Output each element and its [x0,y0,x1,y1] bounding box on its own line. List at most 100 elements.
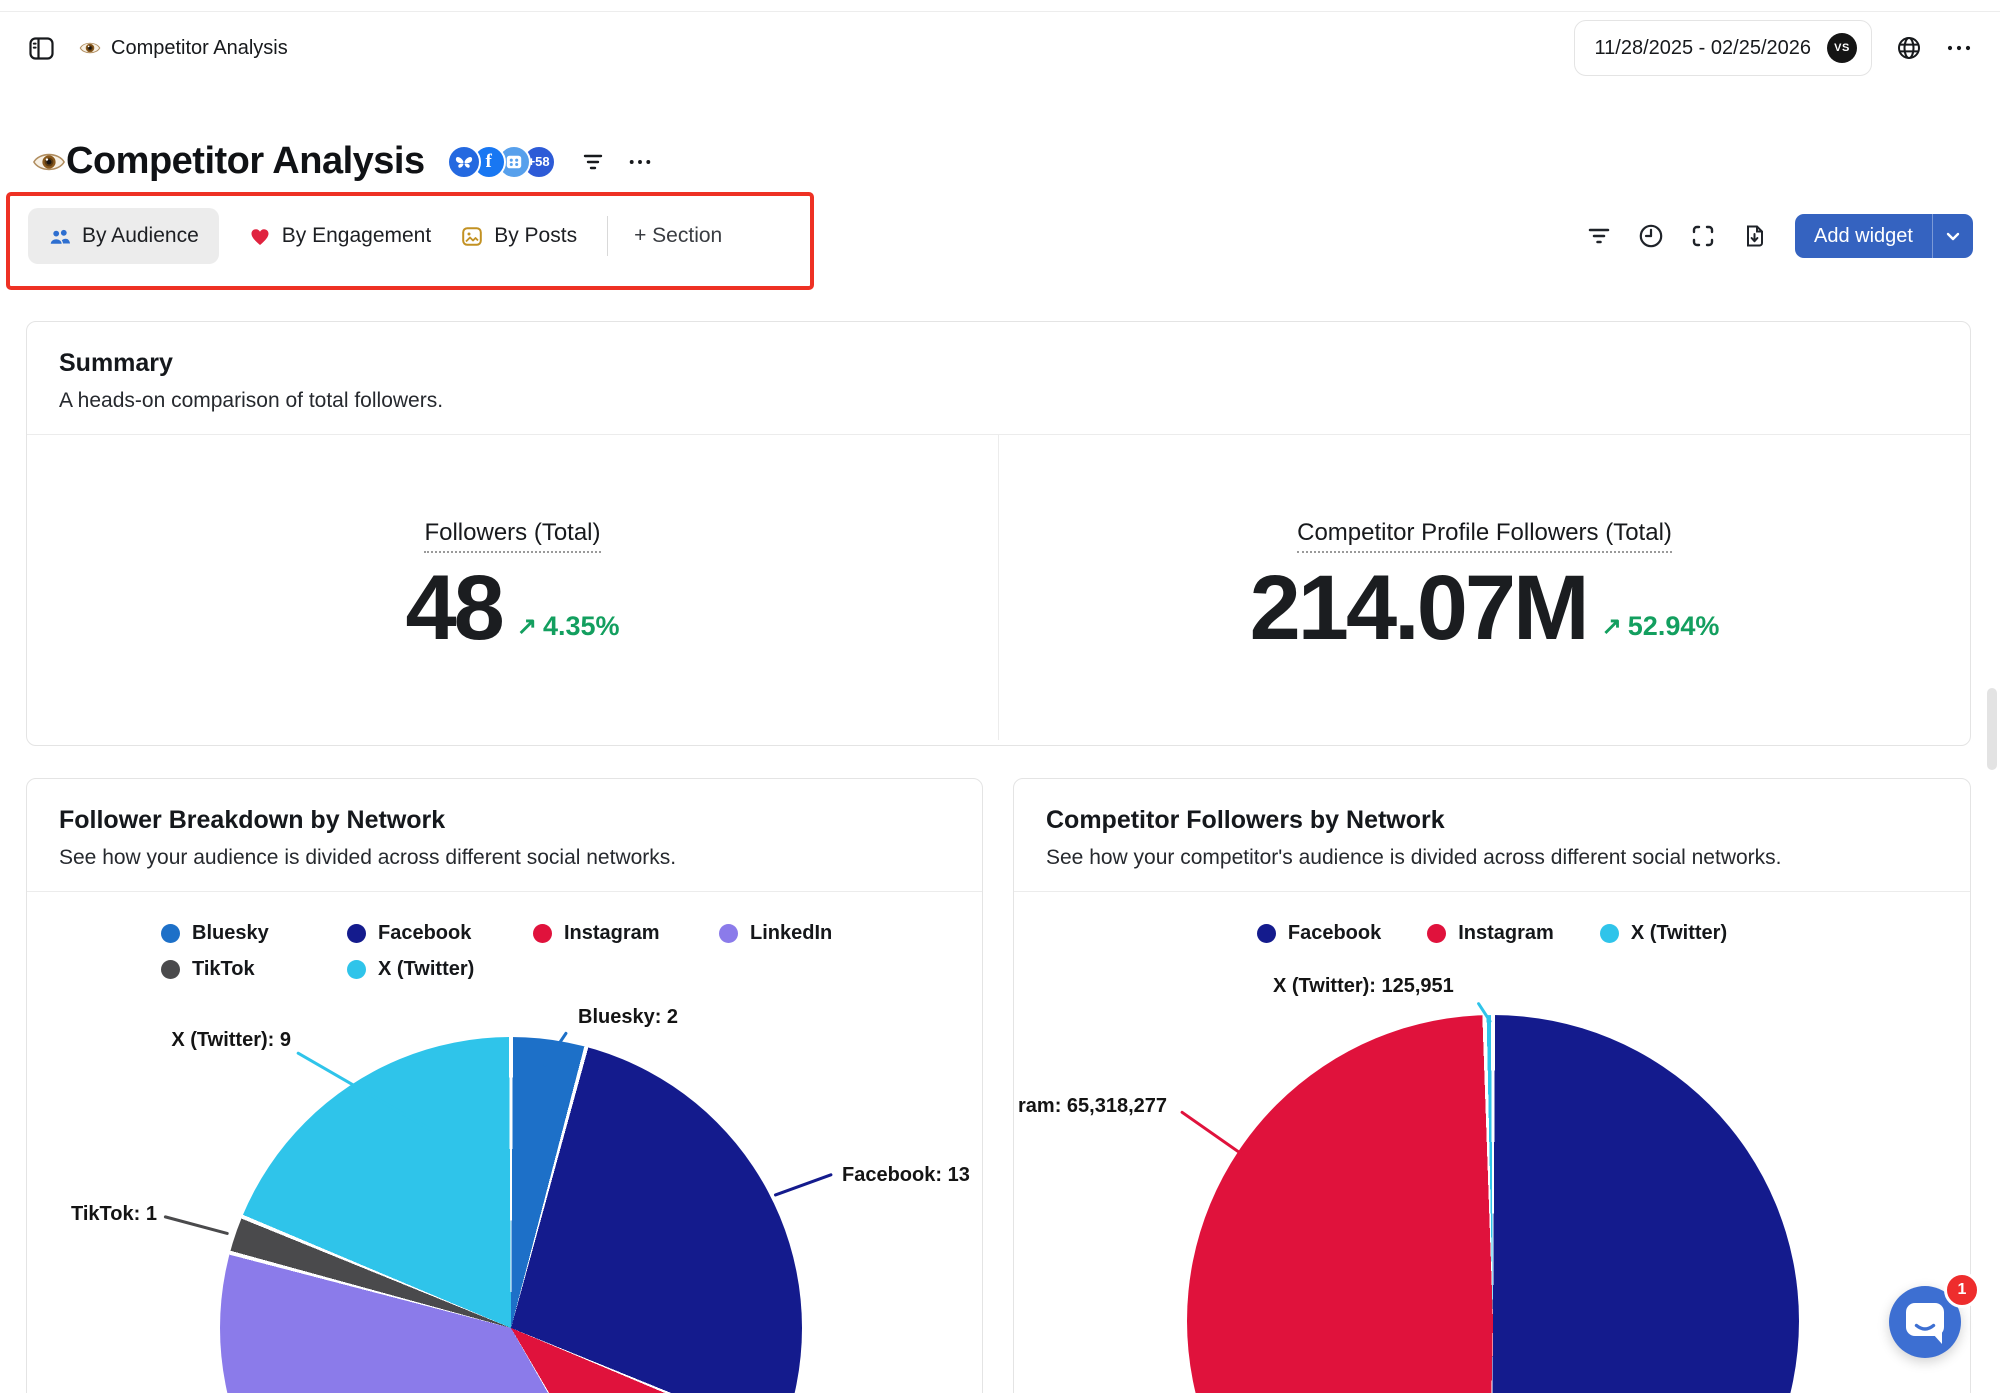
globe-icon [1896,35,1922,61]
divider [27,891,982,892]
legend-label: TikTok [192,958,255,981]
trend-up-icon: ↗ [1602,615,1622,639]
chart-legend: Bluesky Facebook Instagram LinkedIn TikTok X … [161,922,982,981]
pie-callout: X (Twitter): 125,951 [1273,975,1454,998]
page-header: Competitor Analysis f +58 [32,140,652,183]
sidebar-toggle-button[interactable] [28,35,55,62]
trend-up-icon: ↗ [517,615,537,639]
metric-value: 48 [405,565,501,652]
legend-dot [161,924,180,943]
filter-lines-icon [582,153,604,171]
scrollbar-thumb[interactable] [1987,688,1997,770]
ellipsis-icon [1946,44,1972,52]
clock-icon [1638,223,1664,249]
legend-item-tiktok[interactable]: TikTok [161,958,347,981]
legend-dot [347,924,366,943]
legend-item-instagram[interactable]: Instagram [1427,922,1554,945]
add-section-button[interactable]: + Section [634,224,722,248]
add-widget-dropdown-button[interactable] [1933,214,1973,258]
widget-title: Follower Breakdown by Network [59,806,950,835]
sidebar-toggle-icon [28,35,55,62]
pie-chart-competitor-followers[interactable] [1187,1015,1799,1393]
legend-item-facebook[interactable]: Facebook [1257,922,1381,945]
connected-profiles: f +58 [447,145,556,179]
header-more-menu-button[interactable] [628,158,652,166]
widget-subtitle: See how your competitor's audience is di… [1046,846,1938,870]
add-widget-button[interactable]: Add widget [1795,214,1973,258]
legend-item-x-twitter[interactable]: X (Twitter) [1600,922,1727,945]
chat-notification-badge: 1 [1944,1272,1980,1308]
legend-label: Instagram [1458,922,1554,945]
time-history-button[interactable] [1638,223,1664,249]
widget-title: Competitor Followers by Network [1046,806,1938,835]
heart-icon [249,226,271,247]
widget-subtitle: A heads-on comparison of total followers… [59,389,1938,413]
tab-label: By Engagement [282,224,431,248]
tab-by-audience[interactable]: By Audience [28,208,219,264]
fullscreen-button[interactable] [1691,224,1715,248]
tab-by-posts[interactable]: By Posts [461,224,577,248]
legend-item-instagram[interactable]: Instagram [533,922,719,945]
topbar: Competitor Analysis 11/28/2025 - 02/25/2… [0,12,2000,84]
dashboard-toolbar: Add widget [1587,208,1973,264]
bluesky-butterfly-icon [454,153,474,171]
export-pdf-button[interactable] [1742,223,1768,249]
widget-header: Follower Breakdown by Network See how yo… [27,779,982,891]
legend-item-facebook[interactable]: Facebook [347,922,533,945]
pie-callout: X (Twitter): 9 [87,1029,291,1052]
bluesky-avatar[interactable] [447,145,481,179]
summary-metrics: Followers (Total) 48 ↗ 4.35% Competitor … [27,435,1970,740]
divider [1014,891,1970,892]
vs-compare-badge[interactable]: VS [1827,33,1857,63]
widget-header: Competitor Followers by Network See how … [1014,779,1970,891]
header-filter-button[interactable] [582,153,604,171]
legend-item-x-twitter[interactable]: X (Twitter) [347,958,533,981]
metric-label[interactable]: Competitor Profile Followers (Total) [1297,519,1672,553]
chevron-down-icon [1946,232,1960,241]
tab-label: By Audience [82,224,199,248]
legend-dot [533,924,552,943]
topbar-more-menu-button[interactable] [1946,44,1972,52]
metric-value: 214.07M [1250,565,1587,652]
legend-label: Facebook [1288,922,1381,945]
legend-label: Facebook [378,922,471,945]
topbar-right: 11/28/2025 - 02/25/2026 VS [1574,20,1972,76]
metric-value-row: 48 ↗ 4.35% [405,565,619,652]
page-title: Competitor Analysis [66,140,425,183]
date-range-button[interactable]: 11/28/2025 - 02/25/2026 VS [1574,20,1872,76]
metric-followers-total: Followers (Total) 48 ↗ 4.35% [27,435,998,740]
legend-label: Bluesky [192,922,269,945]
pie-chart-followers-by-network[interactable] [220,1037,802,1393]
topbar-title: Competitor Analysis [111,37,288,60]
app-window: Competitor Analysis 11/28/2025 - 02/25/2… [0,0,2000,1393]
legend-item-linkedin[interactable]: LinkedIn [719,922,905,945]
legend-item-bluesky[interactable]: Bluesky [161,922,347,945]
share-globe-button[interactable] [1896,35,1922,61]
legend-dot [1257,924,1276,943]
facebook-f-icon: f [485,151,491,173]
widget-title: Summary [59,349,1938,378]
ellipsis-icon [628,158,652,166]
chart-legend: Facebook Instagram X (Twitter) [1014,922,1970,945]
callout-leader-line [774,1173,833,1197]
change-percent: 4.35% [543,611,620,642]
summary-widget: Summary A heads-on comparison of total f… [26,321,1971,746]
pdf-download-icon [1742,223,1768,249]
legend-dot [161,960,180,979]
tab-label: By Posts [494,224,577,248]
eye-emoji-icon [32,145,66,179]
topbar-left: Competitor Analysis [28,35,288,62]
legend-dot [1427,924,1446,943]
legend-dot [719,924,738,943]
callout-leader-line [1180,1110,1245,1157]
change-percent: 52.94% [1628,611,1720,642]
pie-callout: TikTok: 1 [71,1203,157,1226]
legend-label: Instagram [564,922,660,945]
widget-subtitle: See how your audience is divided across … [59,846,950,870]
metric-competitor-followers-total: Competitor Profile Followers (Total) 214… [998,435,1970,740]
metric-label[interactable]: Followers (Total) [424,519,600,553]
add-section-label: + Section [634,224,722,248]
add-widget-label: Add widget [1795,214,1932,258]
filter-button[interactable] [1587,226,1611,246]
tab-by-engagement[interactable]: By Engagement [249,224,431,248]
